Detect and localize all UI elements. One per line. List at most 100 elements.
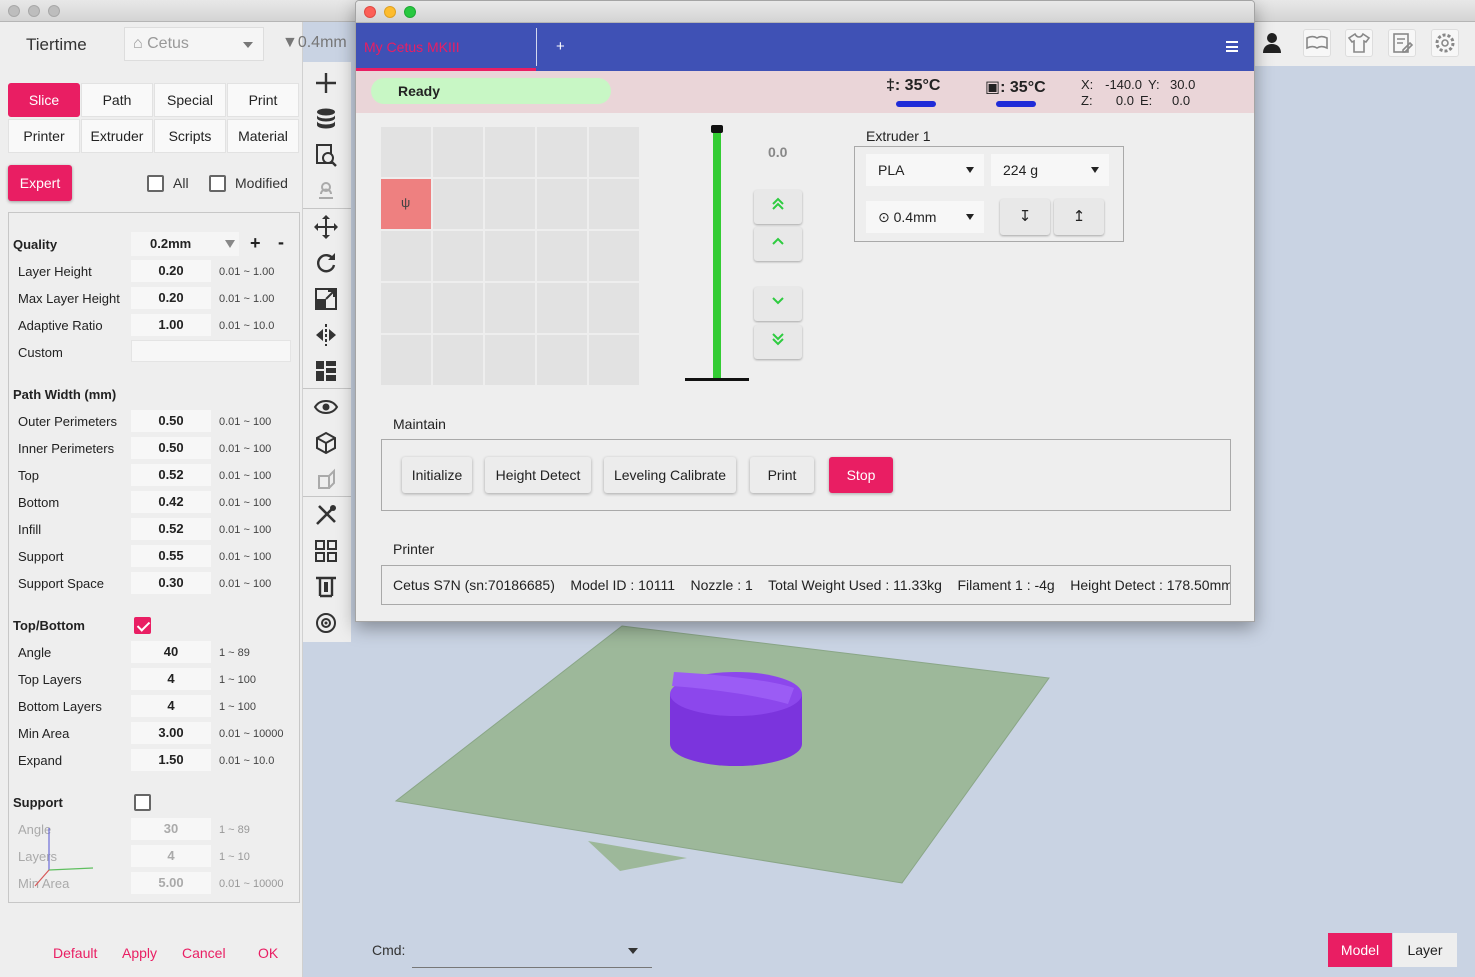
default-button[interactable]: Default — [53, 945, 97, 961]
jog-cell[interactable] — [433, 231, 483, 281]
custom-input[interactable] — [131, 340, 291, 362]
bottom-layers-input[interactable]: 4 — [131, 695, 211, 717]
cancel-button[interactable]: Cancel — [182, 945, 226, 961]
settings-icon[interactable] — [1431, 29, 1459, 57]
jog-cell[interactable] — [485, 335, 535, 385]
jog-cell[interactable] — [485, 283, 535, 333]
support-layers-input[interactable]: 4 — [131, 845, 211, 867]
tab-special[interactable]: Special — [154, 83, 226, 117]
max-layer-height-input[interactable]: 0.20 — [131, 287, 211, 309]
print-button[interactable]: Print — [750, 457, 814, 493]
z-down-fast-button[interactable] — [754, 325, 802, 359]
inner-perimeters-input[interactable]: 0.50 — [131, 437, 211, 459]
hamburger-menu-icon[interactable] — [1226, 41, 1238, 52]
support-width-input[interactable]: 0.55 — [131, 545, 211, 567]
zoom-window-button[interactable] — [48, 5, 60, 17]
shirt-icon[interactable] — [1345, 29, 1373, 57]
jog-cell[interactable] — [381, 335, 431, 385]
z-down-button[interactable] — [754, 287, 802, 321]
z-axis-handle[interactable] — [711, 125, 723, 133]
scale-icon[interactable] — [313, 286, 339, 312]
tab-print[interactable]: Print — [227, 83, 299, 117]
leveling-calibrate-button[interactable]: Leveling Calibrate — [604, 457, 736, 493]
jog-cell[interactable] — [433, 179, 483, 229]
printer-select[interactable]: ⌂ Cetus — [124, 27, 264, 61]
expert-button[interactable]: Expert — [8, 165, 72, 201]
top-width-input[interactable]: 0.52 — [131, 464, 211, 486]
close-window-button[interactable] — [8, 5, 20, 17]
nozzle-select[interactable]: ⊙ 0.4mm — [866, 201, 984, 233]
jog-cell[interactable] — [589, 127, 639, 177]
tab-printer[interactable]: Printer — [8, 119, 80, 153]
preview-icon[interactable] — [313, 142, 339, 168]
nozzle-size-select[interactable]: ▼0.4mm — [282, 34, 347, 52]
close-dialog-button[interactable] — [364, 6, 376, 18]
database-icon[interactable] — [313, 106, 339, 132]
zoom-dialog-button[interactable] — [404, 6, 416, 18]
add-printer-tab-button[interactable]: + — [556, 38, 565, 55]
weight-select[interactable]: 224 g — [991, 154, 1109, 186]
model-view-button[interactable]: Model — [1328, 933, 1392, 967]
expand-input[interactable]: 1.50 — [131, 749, 211, 771]
add-icon[interactable] — [313, 70, 339, 96]
slice-icon[interactable] — [313, 178, 339, 204]
z-axis-slider[interactable] — [713, 129, 721, 379]
book-icon[interactable] — [1303, 29, 1331, 57]
cube-icon[interactable] — [313, 430, 339, 456]
eye-icon[interactable] — [313, 394, 339, 420]
jog-cell[interactable] — [589, 283, 639, 333]
jog-cell[interactable] — [537, 179, 587, 229]
infill-width-input[interactable]: 0.52 — [131, 518, 211, 540]
target-icon[interactable] — [313, 610, 339, 636]
all-checkbox[interactable] — [147, 175, 164, 192]
stop-button[interactable]: Stop — [829, 457, 893, 493]
tools-icon[interactable] — [313, 502, 339, 528]
report-icon[interactable] — [1388, 29, 1416, 57]
jog-cell[interactable] — [485, 127, 535, 177]
calibrate-icon[interactable] — [313, 574, 339, 600]
jog-cell[interactable] — [537, 335, 587, 385]
load-filament-button[interactable]: ↥ — [1054, 199, 1104, 235]
user-icon[interactable] — [1259, 29, 1287, 57]
z-up-fast-button[interactable] — [754, 190, 802, 224]
adaptive-ratio-input[interactable]: 1.00 — [131, 314, 211, 336]
jog-cell[interactable] — [537, 283, 587, 333]
height-detect-button[interactable]: Height Detect — [485, 457, 591, 493]
jog-cell[interactable] — [381, 231, 431, 281]
tab-scripts[interactable]: Scripts — [154, 119, 226, 153]
jog-cell[interactable] — [589, 179, 639, 229]
min-area-input[interactable]: 3.00 — [131, 722, 211, 744]
jog-cell[interactable] — [589, 231, 639, 281]
home-cell[interactable]: ψ — [381, 179, 431, 229]
apply-button[interactable]: Apply — [122, 945, 157, 961]
support-checkbox[interactable] — [134, 794, 151, 811]
rotate-icon[interactable] — [313, 250, 339, 276]
z-up-button[interactable] — [754, 227, 802, 261]
layer-height-input[interactable]: 0.20 — [131, 260, 211, 282]
tab-material[interactable]: Material — [227, 119, 299, 153]
support-min-area-input[interactable]: 5.00 — [131, 872, 211, 894]
move-icon[interactable] — [313, 214, 339, 240]
jog-cell[interactable] — [433, 283, 483, 333]
add-preset-button[interactable]: + — [250, 233, 261, 254]
layer-view-button[interactable]: Layer — [1393, 933, 1457, 967]
support-angle-input[interactable]: 30 — [131, 818, 211, 840]
jog-cell[interactable] — [485, 179, 535, 229]
jog-cell[interactable] — [381, 127, 431, 177]
mirror-icon[interactable] — [313, 322, 339, 348]
jog-cell[interactable] — [485, 231, 535, 281]
minimize-window-button[interactable] — [28, 5, 40, 17]
xy-jog-grid[interactable]: ψ — [381, 127, 639, 385]
initialize-button[interactable]: Initialize — [402, 457, 472, 493]
cmd-input[interactable] — [412, 934, 652, 968]
tab-slice[interactable]: Slice — [8, 83, 80, 117]
bottom-width-input[interactable]: 0.42 — [131, 491, 211, 513]
material-select[interactable]: PLA — [866, 154, 984, 186]
layout-icon[interactable] — [313, 358, 339, 384]
ok-button[interactable]: OK — [258, 945, 278, 961]
quality-preset-select[interactable]: 0.2mm — [131, 232, 239, 256]
modified-checkbox[interactable] — [209, 175, 226, 192]
top-bottom-checkbox[interactable] — [134, 617, 151, 634]
jog-cell[interactable] — [537, 231, 587, 281]
jog-cell[interactable] — [433, 127, 483, 177]
